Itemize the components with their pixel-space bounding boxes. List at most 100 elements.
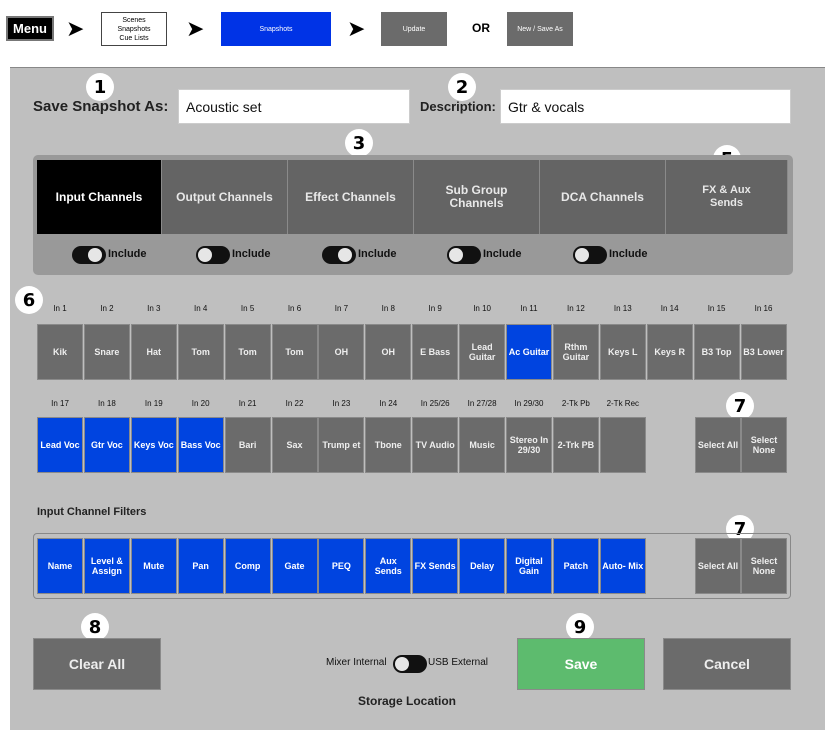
include-toggle-dca[interactable] [573, 246, 607, 264]
filter-button[interactable]: Gate [271, 538, 318, 594]
channel-button[interactable]: Keys Voc [130, 417, 177, 473]
storage-location-label: Storage Location [358, 694, 457, 708]
channel-button[interactable]: Music [459, 417, 506, 473]
channel-button[interactable]: Rthm Guitar [552, 324, 599, 380]
menu-button[interactable]: Menu [6, 16, 54, 41]
crumb-line: Cue Lists [119, 34, 149, 42]
channel-button[interactable]: Tom [271, 324, 318, 380]
channel-number-label: In 4 [194, 304, 208, 313]
select-none-filters-button[interactable]: Select None [741, 538, 787, 594]
channel-number-label: In 23 [332, 399, 351, 408]
or-label: OR [472, 21, 490, 35]
channel-button[interactable]: Bari [224, 417, 271, 473]
tab-dca-channels[interactable]: DCA Channels [540, 160, 666, 234]
channel-button[interactable]: Stereo In 29/30 [506, 417, 552, 473]
new-save-as-crumb[interactable]: New / Save As [507, 12, 573, 46]
channel-button[interactable]: E Bass [412, 324, 459, 380]
channel-number-label: 2-Tk Rec [606, 399, 640, 408]
channel-button[interactable]: Kik [37, 324, 83, 380]
channel-number-label: In 3 [147, 304, 161, 313]
channel-number-label: In 17 [51, 399, 69, 408]
channel-button[interactable]: Tbone [365, 417, 412, 473]
arrow-right-icon: ➤ [347, 16, 366, 41]
filter-button[interactable]: Delay [459, 538, 506, 594]
filter-button[interactable]: PEQ [318, 538, 365, 594]
include-toggle-output[interactable] [196, 246, 230, 264]
filter-button[interactable]: FX Sends [412, 538, 459, 594]
channel-number-label: In 24 [379, 399, 398, 408]
update-crumb[interactable]: Update [381, 12, 447, 46]
tab-fx-aux-sends[interactable]: FX & Aux Sends [666, 160, 788, 234]
cancel-button[interactable]: Cancel [663, 638, 791, 690]
select-all-filters-button[interactable]: Select All [695, 538, 741, 594]
channel-button[interactable]: Tom [224, 324, 271, 380]
marker-1: 1 [86, 73, 114, 101]
marker-8: 8 [81, 613, 109, 641]
marker-9: 9 [566, 613, 594, 641]
channel-button[interactable]: Keys R [646, 324, 693, 380]
filter-button[interactable]: Pan [177, 538, 224, 594]
select-none-channels-button[interactable]: Select None [741, 417, 787, 473]
channel-button[interactable]: Lead Voc [37, 417, 83, 473]
include-toggle-subgroup[interactable] [447, 246, 481, 264]
channel-number-label: In 6 [287, 304, 302, 313]
channel-number-label: In 20 [191, 399, 210, 408]
channel-number-label: In 9 [428, 304, 442, 313]
usb-external-label: USB External [428, 657, 489, 668]
channel-button[interactable]: TV Audio [412, 417, 459, 473]
marker-2: 2 [448, 73, 476, 101]
storage-location-toggle[interactable] [393, 655, 427, 673]
channel-button[interactable] [599, 417, 646, 473]
channel-number-label: In 2 [100, 304, 114, 313]
include-toggle-input[interactable] [72, 246, 106, 264]
filter-button[interactable]: Auto- Mix [599, 538, 646, 594]
channel-button[interactable]: Bass Voc [177, 417, 224, 473]
marker-7: 7 [726, 392, 754, 420]
include-label: Include [232, 248, 271, 260]
channel-number-label: In 13 [613, 304, 632, 313]
channel-button[interactable]: OH [318, 324, 365, 380]
save-as-label: Save Snapshot As: [33, 98, 169, 115]
channel-number-label: In 25/26 [420, 399, 450, 408]
channel-button[interactable]: Hat [130, 324, 177, 380]
tab-sub-group-channels[interactable]: Sub Group Channels [414, 160, 540, 234]
channel-button[interactable]: B3 Lower [740, 324, 787, 380]
channel-button[interactable]: 2-Trk PB [552, 417, 599, 473]
channel-button[interactable]: Lead Guitar [459, 324, 506, 380]
filter-button[interactable]: Patch [552, 538, 599, 594]
clear-all-button[interactable]: Clear All [33, 638, 161, 690]
channel-button[interactable]: Ac Guitar [506, 324, 552, 380]
channel-button[interactable]: OH [365, 324, 412, 380]
channel-number-label: In 15 [707, 304, 726, 313]
include-toggle-effect[interactable] [322, 246, 356, 264]
snapshot-name-input[interactable]: Acoustic set [178, 89, 410, 124]
channel-button[interactable]: Gtr Voc [83, 417, 130, 473]
channel-number-label: In 12 [566, 304, 585, 313]
channel-button[interactable]: Snare [83, 324, 130, 380]
crumb-line: Snapshots [117, 25, 151, 33]
filter-button[interactable]: Comp [224, 538, 271, 594]
save-button[interactable]: Save [517, 638, 645, 690]
tab-output-channels[interactable]: Output Channels [162, 160, 288, 234]
channel-button[interactable]: Sax [271, 417, 318, 473]
scenes-snapshots-cuelists-box[interactable]: Scenes Snapshots Cue Lists [101, 12, 167, 46]
channel-number-label: In 14 [660, 304, 679, 313]
tab-input-channels[interactable]: Input Channels [37, 160, 162, 234]
description-input[interactable]: Gtr & vocals [500, 89, 791, 124]
tab-effect-channels[interactable]: Effect Channels [288, 160, 414, 234]
filter-button[interactable]: Name [37, 538, 83, 594]
channel-button[interactable]: Tom [177, 324, 224, 380]
snapshots-crumb[interactable]: Snapshots [221, 12, 331, 46]
channel-button[interactable]: Keys L [599, 324, 646, 380]
channel-number-label: In 7 [334, 304, 349, 313]
filter-button[interactable]: Aux Sends [365, 538, 412, 594]
filter-button[interactable]: Level & Assign [83, 538, 130, 594]
channel-number-label: In 1 [53, 304, 67, 313]
channel-number-label: In 21 [238, 399, 257, 408]
filter-button[interactable]: Mute [130, 538, 177, 594]
select-all-channels-button[interactable]: Select All [695, 417, 741, 473]
channel-number-label: In 10 [473, 304, 491, 313]
channel-button[interactable]: Trump et [318, 417, 365, 473]
channel-button[interactable]: B3 Top [693, 324, 740, 380]
filter-button[interactable]: Digital Gain [506, 538, 552, 594]
